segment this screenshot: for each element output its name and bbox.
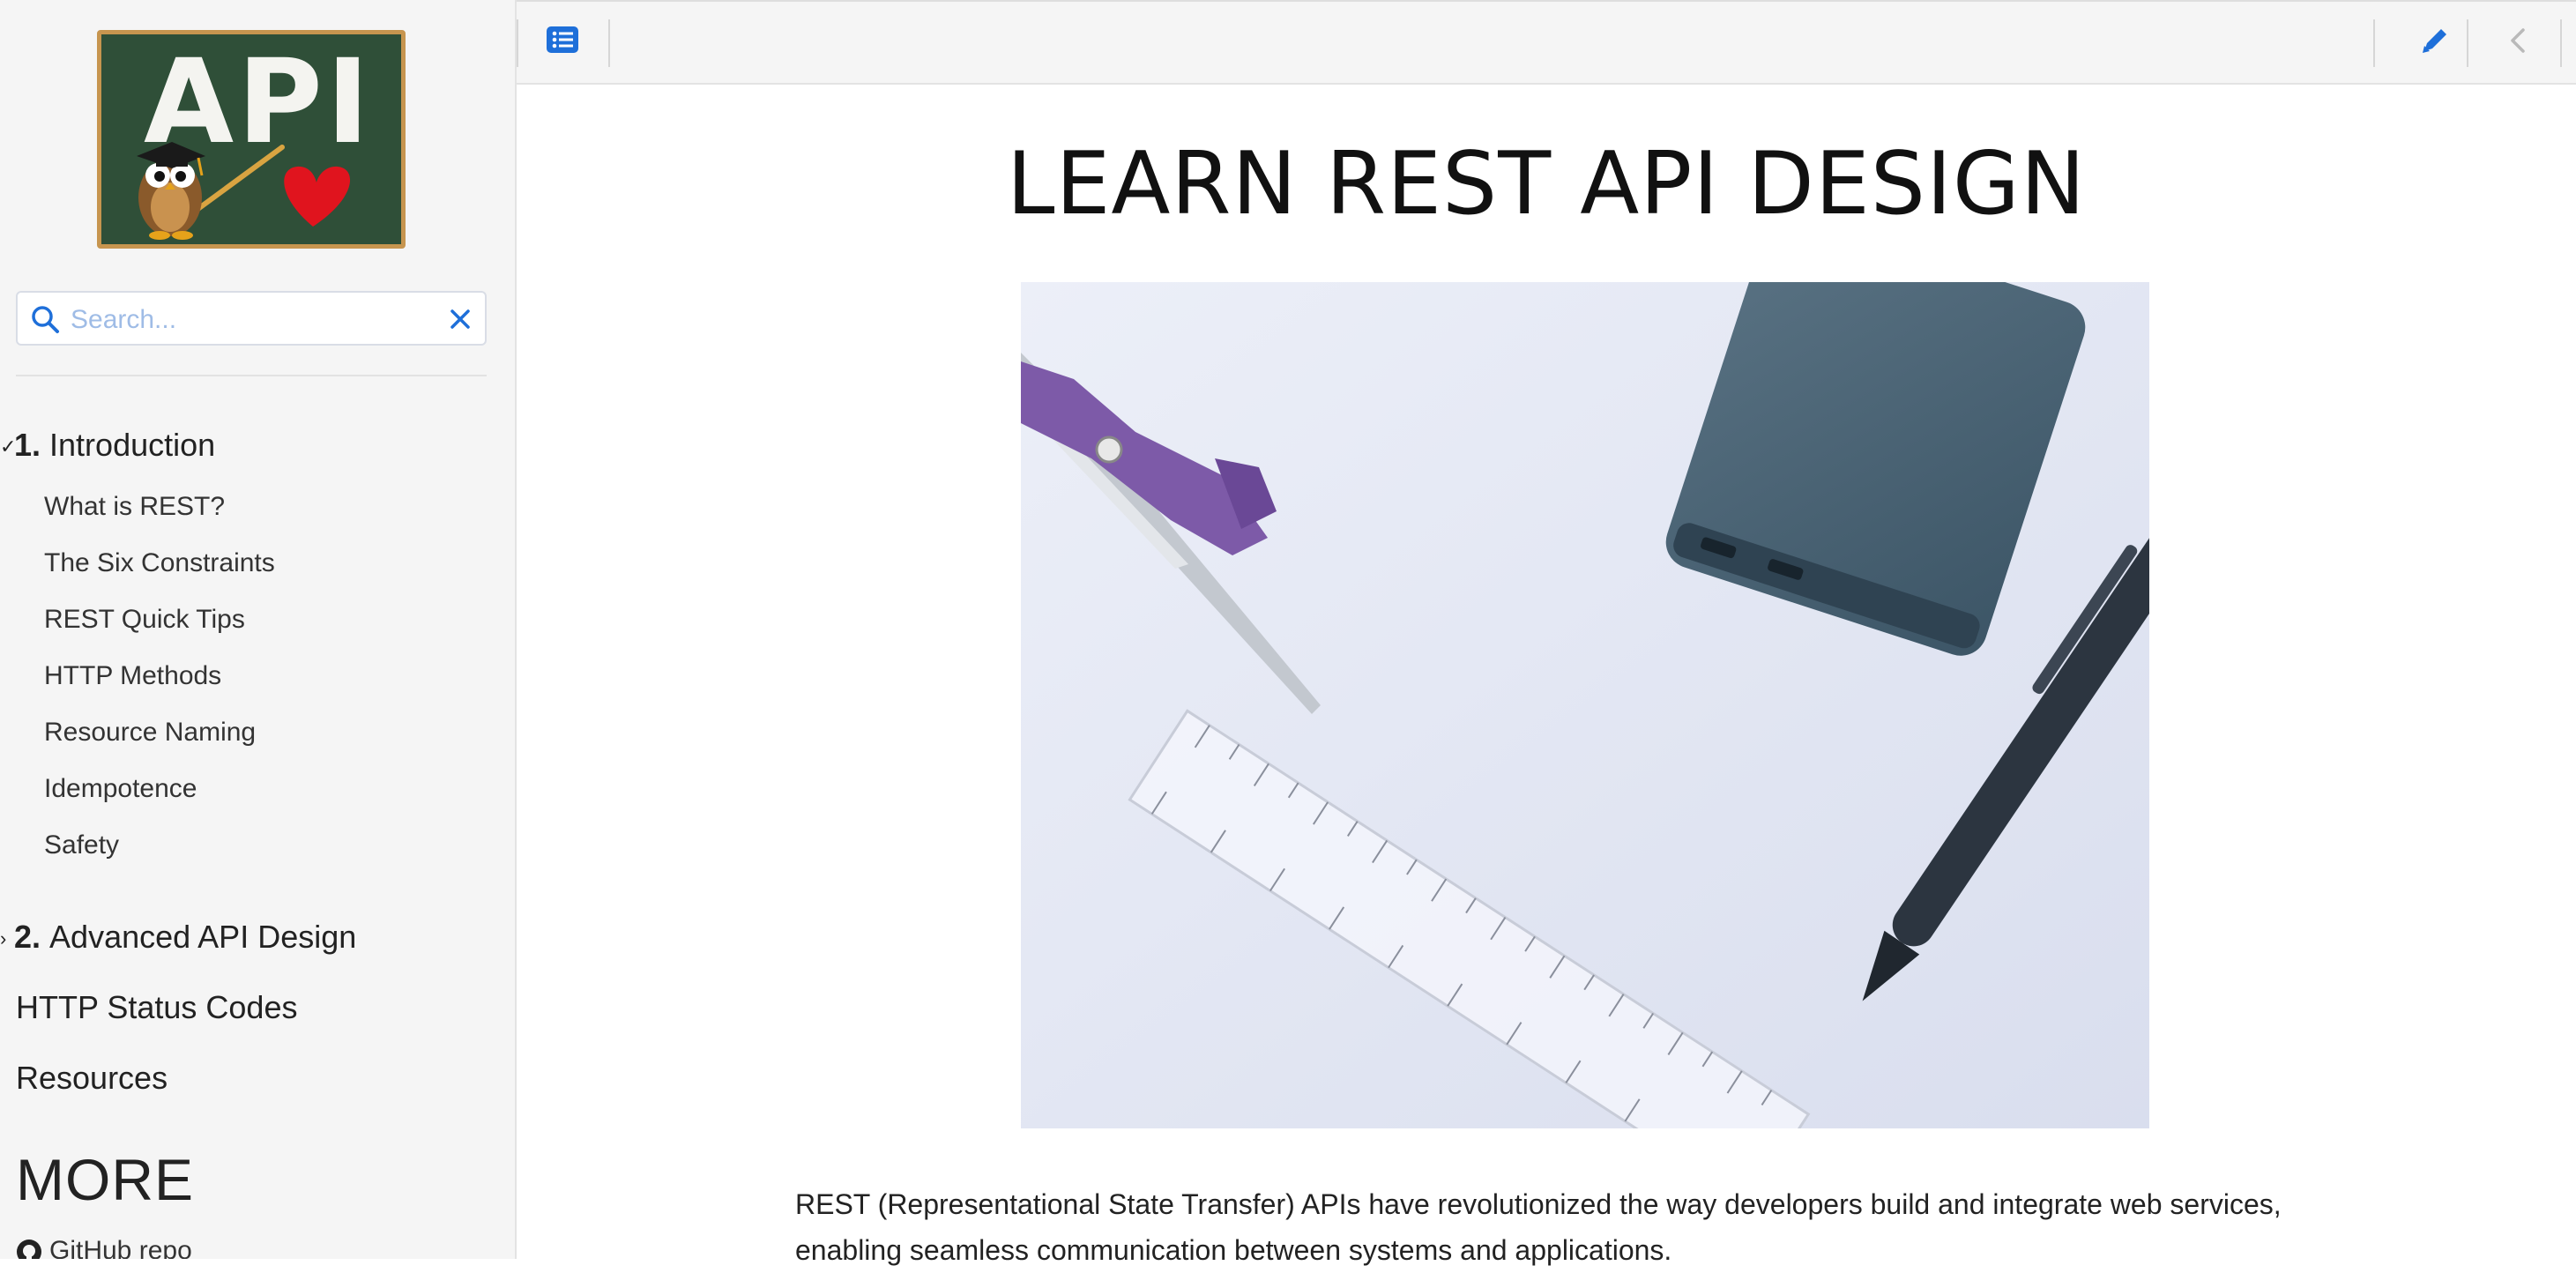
list-icon bbox=[547, 26, 578, 53]
github-icon bbox=[17, 1240, 41, 1259]
search-input[interactable] bbox=[69, 302, 443, 339]
github-repo-label: GitHub repo bbox=[49, 1236, 192, 1259]
main-content: LEARN REST API DESIGN REST (Representati… bbox=[517, 85, 2576, 1266]
search-icon bbox=[30, 304, 60, 339]
top-toolbar bbox=[517, 0, 2576, 85]
nav-item-rest-quick-tips[interactable]: REST Quick Tips bbox=[44, 605, 245, 635]
hero-image bbox=[1021, 282, 2149, 1128]
nav-item-idempotence[interactable]: Idempotence bbox=[44, 774, 197, 804]
toolbar-separator bbox=[2560, 19, 2562, 67]
nav-item-http-status-codes[interactable]: HTTP Status Codes bbox=[16, 989, 297, 1026]
pencil-icon bbox=[2423, 29, 2446, 53]
sidebar: API Search... ✓1. Introduction What is R… bbox=[0, 0, 517, 1259]
nav-section-introduction[interactable]: ✓1. Introduction bbox=[0, 427, 215, 464]
nav-item-http-methods[interactable]: HTTP Methods bbox=[44, 661, 221, 691]
nav-item-resources[interactable]: Resources bbox=[16, 1060, 168, 1097]
toc-toggle-button[interactable] bbox=[545, 25, 580, 61]
owl-mascot-icon bbox=[137, 142, 351, 240]
site-logo[interactable]: API bbox=[97, 30, 406, 249]
nav-item-resource-naming[interactable]: Resource Naming bbox=[44, 718, 256, 748]
nav-item-six-constraints[interactable]: The Six Constraints bbox=[44, 548, 275, 578]
page-title: LEARN REST API DESIGN bbox=[1006, 134, 2087, 234]
edit-page-button[interactable] bbox=[2419, 25, 2451, 61]
intro-paragraph: REST (Representational State Transfer) A… bbox=[795, 1188, 2282, 1266]
nav-section-advanced-api-design[interactable]: › 2. Advanced API Design bbox=[0, 919, 356, 956]
sidebar-divider bbox=[16, 375, 487, 376]
toolbar-separator bbox=[517, 19, 518, 67]
section-number: 2. bbox=[14, 919, 41, 955]
toolbar-separator bbox=[2373, 19, 2375, 67]
more-heading: MORE bbox=[16, 1147, 194, 1212]
chevron-left-icon bbox=[2511, 28, 2525, 53]
clear-search-icon[interactable] bbox=[448, 307, 473, 336]
section-title: Introduction bbox=[49, 427, 216, 463]
toolbar-separator bbox=[608, 19, 610, 67]
section-number: 1. bbox=[14, 427, 41, 463]
github-repo-link[interactable]: GitHub repo bbox=[16, 1236, 192, 1259]
nav-item-safety[interactable]: Safety bbox=[44, 830, 119, 860]
toolbar-separator bbox=[2467, 19, 2468, 67]
chevron-down-icon: ✓ bbox=[0, 436, 17, 458]
search-box bbox=[16, 291, 487, 346]
nav-item-what-is-rest[interactable]: What is REST? bbox=[44, 492, 225, 522]
previous-page-button[interactable] bbox=[2505, 25, 2532, 61]
section-title: Advanced API Design bbox=[49, 919, 357, 955]
chevron-right-icon: › bbox=[0, 927, 7, 950]
